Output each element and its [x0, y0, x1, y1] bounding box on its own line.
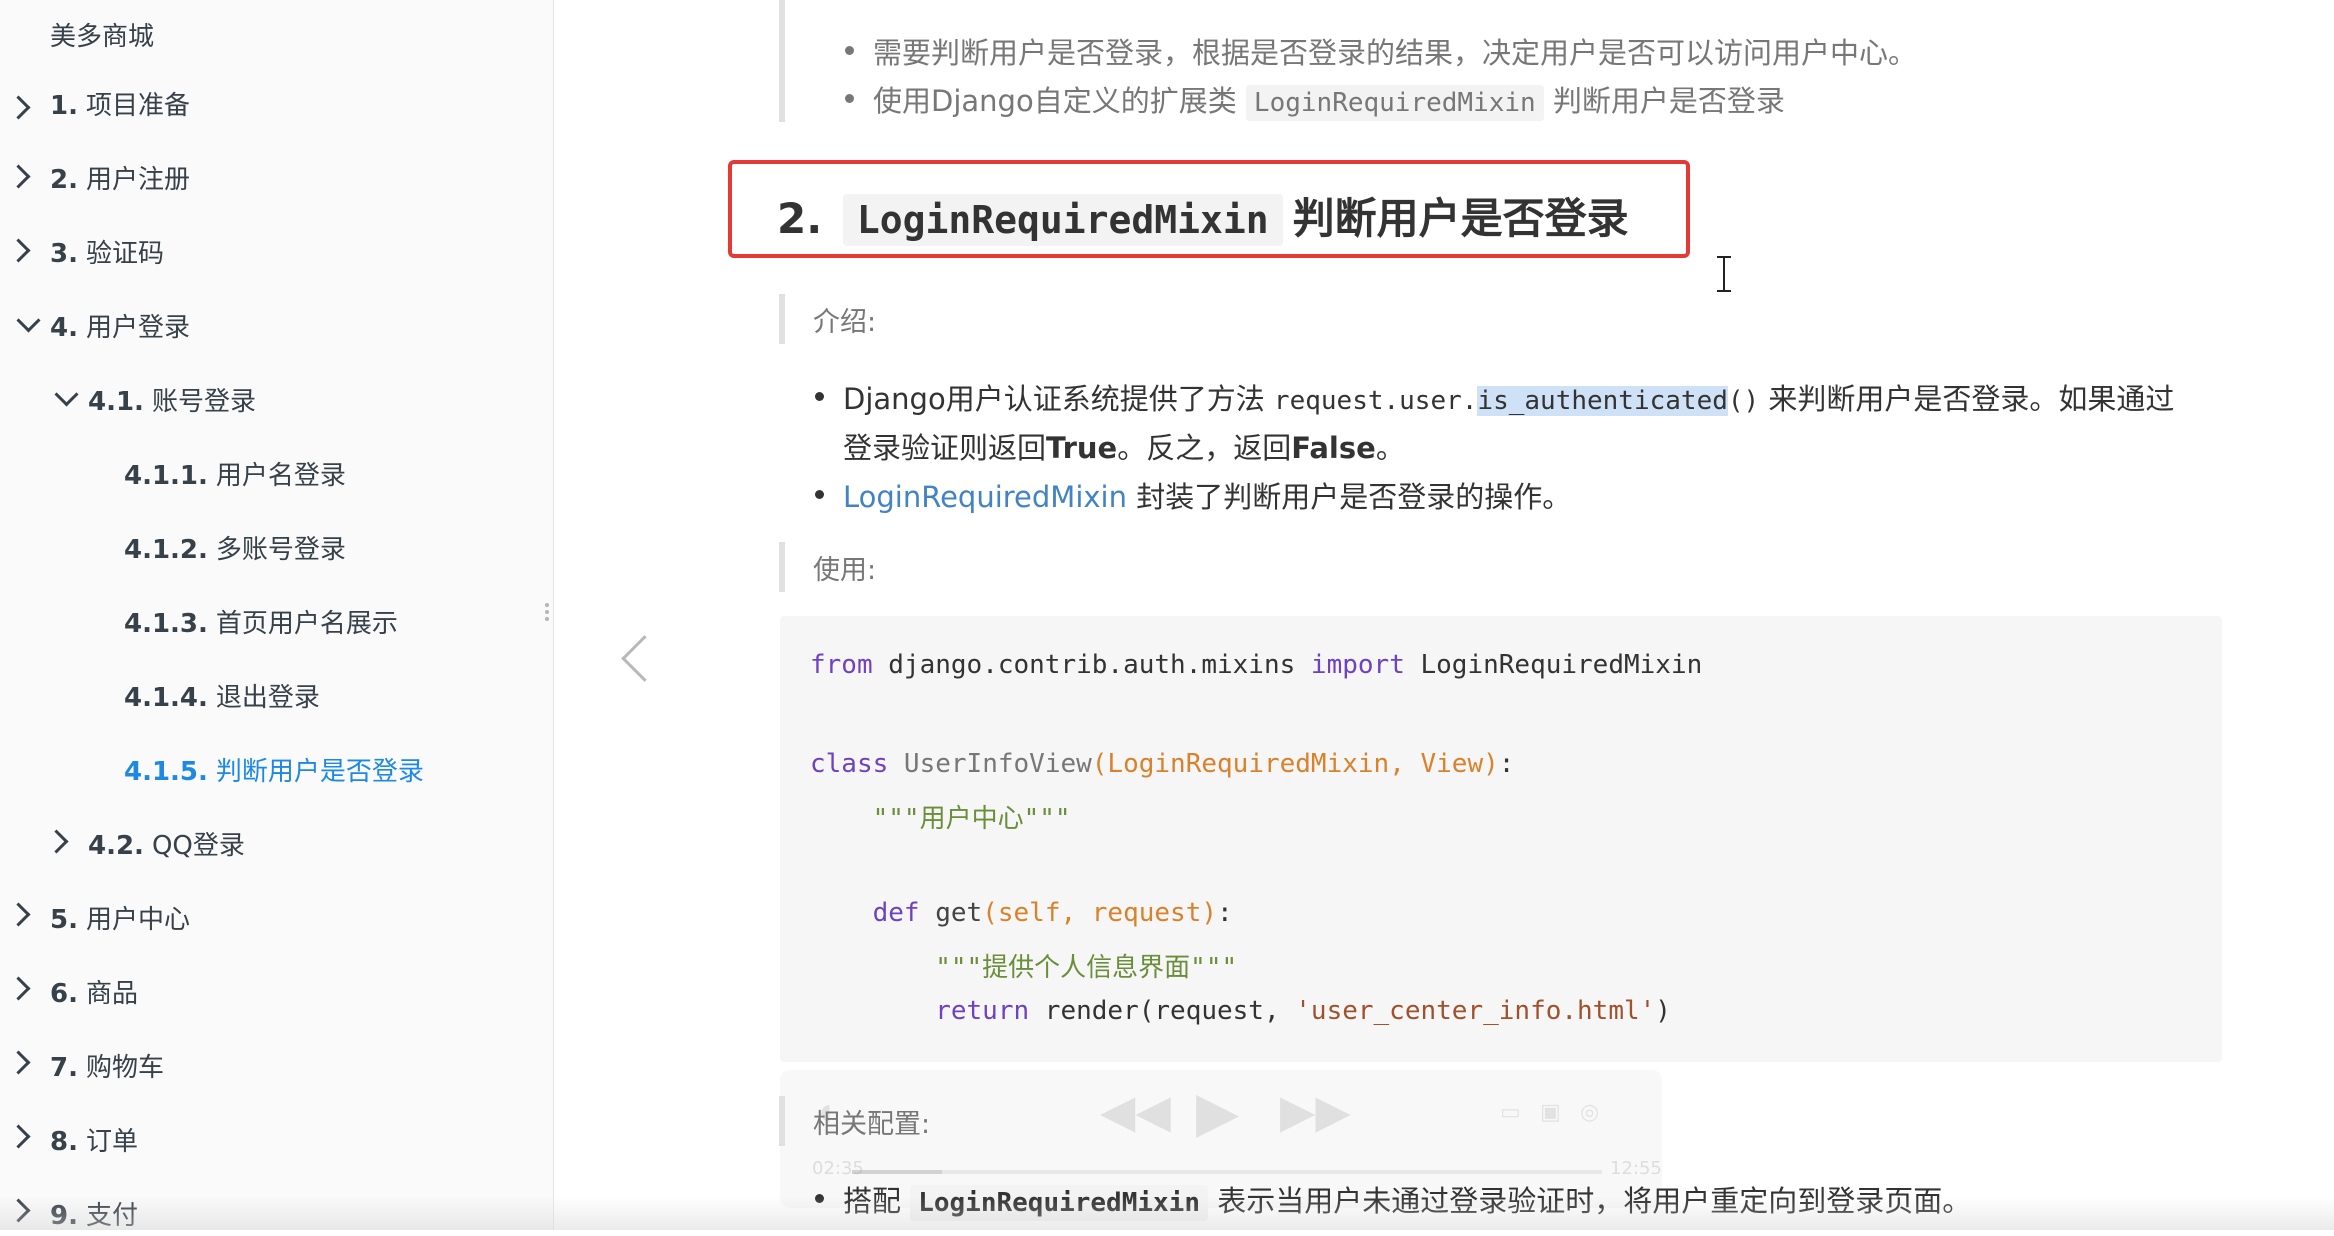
list-item: LoginRequiredMixin 封装了判断用户是否登录的操作。: [814, 474, 1571, 516]
code-line: return render(request, 'user_center_info…: [810, 996, 1671, 1026]
total-time: 12:55: [1610, 1158, 1662, 1179]
blockquote-border: [779, 294, 785, 344]
play-icon[interactable]: ▶: [1196, 1080, 1239, 1145]
toc-item-5[interactable]: 5. 用户中心: [50, 900, 190, 940]
intro-label: 介绍:: [813, 307, 877, 338]
video-progress-fill: [852, 1170, 942, 1174]
toc-item-3[interactable]: 3. 验证码: [50, 234, 164, 274]
text-cursor-icon: [1717, 256, 1731, 292]
rewind-icon[interactable]: ◀◀: [1100, 1084, 1171, 1138]
main-content: 需要判断用户是否登录，根据是否登录的结果，决定用户是否可以访问用户中心。 使用D…: [553, 0, 2334, 1230]
loginrequiredmixin-link[interactable]: LoginRequiredMixin: [843, 480, 1127, 514]
code-line: from django.contrib.auth.mixins import L…: [810, 650, 1703, 680]
section-heading: 2. LoginRequiredMixin 判断用户是否登录: [777, 185, 1629, 246]
inline-code: LoginRequiredMixin: [1245, 85, 1544, 121]
blockquote-border: [779, 0, 785, 122]
toc-item-4-1-3[interactable]: 4.1.3. 首页用户名展示: [124, 604, 398, 644]
fast-forward-icon[interactable]: ▶▶: [1280, 1084, 1351, 1138]
chevron-right-icon[interactable]: [6, 976, 31, 1001]
toc-item-4[interactable]: 4. 用户登录: [50, 308, 190, 348]
subtitles-icon[interactable]: ▭: [1500, 1100, 1521, 1125]
chevron-right-icon[interactable]: [6, 1124, 31, 1149]
blockquote-border: [779, 1096, 785, 1146]
text-selection: is_authenticated: [1477, 386, 1728, 416]
bottom-shadow: [0, 1196, 2334, 1230]
chevron-right-icon[interactable]: [6, 902, 31, 927]
code-line: """用户中心""": [810, 804, 1071, 834]
list-item: 需要判断用户是否登录，根据是否登录的结果，决定用户是否可以访问用户中心。: [844, 30, 1917, 72]
toc-item-4-1[interactable]: 4.1. 账号登录: [88, 382, 256, 422]
toc-item-1[interactable]: 1. 项目准备: [50, 86, 190, 126]
video-progress-track[interactable]: [852, 1170, 1602, 1174]
toc-item-2[interactable]: 2. 用户注册: [50, 160, 190, 200]
toc-item-4-2[interactable]: 4.2. QQ登录: [88, 826, 245, 866]
chevron-right-icon[interactable]: [6, 1050, 31, 1075]
chevron-right-icon[interactable]: [6, 95, 31, 120]
toc-item-8[interactable]: 8. 订单: [50, 1122, 138, 1162]
toc-item-4-1-5-active[interactable]: 4.1.5. 判断用户是否登录: [124, 752, 424, 792]
chevron-right-icon[interactable]: [6, 164, 31, 189]
code-block[interactable]: from django.contrib.auth.mixins import L…: [780, 616, 2222, 1062]
list-item-continuation: 登录验证则返回True。反之，返回False。: [843, 431, 1405, 465]
blockquote-border: [779, 542, 785, 592]
chevron-right-icon[interactable]: [44, 829, 69, 854]
book-title[interactable]: 美多商城: [50, 16, 154, 53]
heading-code: LoginRequiredMixin: [842, 194, 1283, 246]
picture-in-picture-icon[interactable]: ▣: [1540, 1100, 1561, 1125]
code-line: class UserInfoView(LoginRequiredMixin, V…: [810, 749, 1515, 779]
chevron-down-icon[interactable]: [54, 382, 79, 407]
chevron-right-icon[interactable]: [6, 238, 31, 263]
usage-label: 使用:: [813, 555, 877, 586]
inline-code: request.user.is_authenticated(): [1273, 386, 1760, 416]
config-label: 相关配置:: [813, 1109, 931, 1140]
toc-item-4-1-1[interactable]: 4.1.1. 用户名登录: [124, 456, 346, 496]
current-time: 02:35: [812, 1158, 864, 1179]
toc-item-6[interactable]: 6. 商品: [50, 974, 138, 1014]
toc-item-4-1-2[interactable]: 4.1.2. 多账号登录: [124, 530, 346, 570]
sidebar-resize-handle[interactable]: [545, 603, 549, 624]
list-item: 使用Django自定义的扩展类 LoginRequiredMixin 判断用户是…: [845, 78, 1785, 121]
toc-sidebar: 美多商城 1. 项目准备 2. 用户注册 3. 验证码 4. 用户登录 4.1. 账号登录…: [0, 0, 554, 1231]
list-item: Django用户认证系统提供了方法 request.user.is_authen…: [814, 376, 2174, 418]
settings-icon[interactable]: ◎: [1580, 1100, 1599, 1125]
toc-item-4-1-4[interactable]: 4.1.4. 退出登录: [124, 678, 320, 718]
code-line: def get(self, request):: [810, 898, 1233, 928]
toc-item-7[interactable]: 7. 购物车: [50, 1048, 164, 1088]
code-line: """提供个人信息界面""": [810, 953, 1238, 983]
chevron-down-icon[interactable]: [16, 308, 41, 333]
